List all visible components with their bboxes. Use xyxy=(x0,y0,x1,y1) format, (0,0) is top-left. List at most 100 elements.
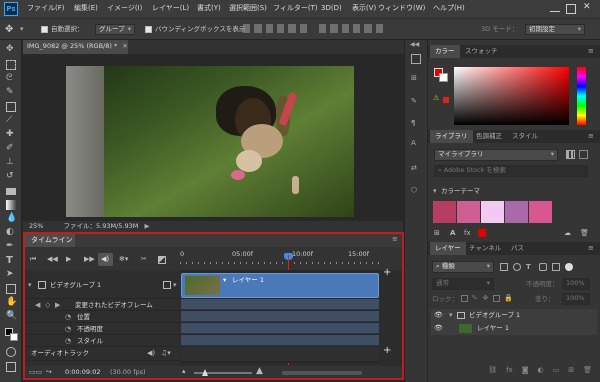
type-tool-icon[interactable]: T xyxy=(6,256,16,266)
menu-file[interactable]: ファイル(F) xyxy=(27,5,65,12)
background-swatch[interactable] xyxy=(439,73,448,82)
delete-layer-icon[interactable]: 🗑 xyxy=(583,366,592,378)
menu-3d[interactable]: 3D(D) xyxy=(321,5,342,12)
blend-mode-dropdown[interactable]: 通常 ▾ xyxy=(432,278,494,290)
add-graphic-icon[interactable]: ⊞ xyxy=(434,230,440,237)
quick-select-tool-icon[interactable]: ✎ xyxy=(6,88,16,98)
auto-select-dropdown[interactable]: グループ ▾ xyxy=(95,24,135,35)
healing-tool-icon[interactable]: ✚ xyxy=(6,130,16,140)
eraser-tool-icon[interactable] xyxy=(6,188,16,195)
workspace-dropdown[interactable]: 初期設定 ▾ xyxy=(525,24,585,35)
color-panel-menu-icon[interactable]: ≡ xyxy=(588,48,594,55)
tool-preset-chevron-icon[interactable]: ▾ xyxy=(20,26,24,33)
cloud-sync-icon[interactable]: ☁ xyxy=(564,230,571,237)
video-group-row[interactable]: ▾ ビデオグループ 1 ▾ xyxy=(25,273,180,299)
next-keyframe-icon[interactable]: ▶ xyxy=(55,302,60,309)
align-hcenter-icon[interactable] xyxy=(288,24,296,33)
list-view-icon[interactable] xyxy=(579,150,588,159)
swatches-tab[interactable]: スウォッチ xyxy=(460,45,503,58)
theme-swatch-5[interactable] xyxy=(529,201,552,223)
frame-animation-icon[interactable]: ▭▭ xyxy=(29,369,42,376)
add-char-style-icon[interactable]: A xyxy=(450,230,455,237)
zoom-in-mountain-icon[interactable]: ▲ xyxy=(256,367,263,376)
menu-filter[interactable]: フィルター(T) xyxy=(273,5,318,12)
keyframe-lane[interactable] xyxy=(181,311,379,322)
position-row[interactable]: ◔ 位置 xyxy=(25,311,180,323)
filter-adjustment-icon[interactable] xyxy=(513,263,521,271)
zoom-level[interactable]: 25% xyxy=(29,222,43,230)
crop-tool-icon[interactable] xyxy=(6,102,16,112)
move-tool-icon[interactable]: ✥ xyxy=(5,24,15,35)
opacity-input[interactable]: 100% xyxy=(562,278,590,290)
history-brush-tool-icon[interactable]: ↺ xyxy=(6,172,16,182)
stock-search-input[interactable]: ⌕ Adobe Stock を検索 xyxy=(434,165,588,177)
shape-tool-icon[interactable] xyxy=(6,284,16,294)
align-vcenter-icon[interactable] xyxy=(254,24,262,33)
document-tab[interactable]: IMG_9082 @ 25% (RGB/8) * ✕ xyxy=(23,40,128,54)
distribute-left-icon[interactable] xyxy=(352,24,361,33)
split-scissors-icon[interactable]: ✂ xyxy=(141,256,147,263)
zoom-out-mountain-icon[interactable]: ▴ xyxy=(182,368,186,375)
previous-frame-icon[interactable]: ◀◀ xyxy=(47,256,58,263)
menu-image[interactable]: イメージ(I) xyxy=(107,5,142,12)
distribute-right-icon[interactable] xyxy=(375,24,383,33)
minimize-icon[interactable] xyxy=(550,4,560,14)
menu-select[interactable]: 選択範囲(S) xyxy=(229,5,267,12)
music-note-icon[interactable]: ♫▾ xyxy=(161,350,171,357)
close-tab-icon[interactable]: ✕ xyxy=(122,42,127,50)
keyframe-lane[interactable] xyxy=(181,335,379,346)
theme-swatch-4[interactable] xyxy=(505,201,528,223)
next-frame-icon[interactable]: ▶▶ xyxy=(84,256,95,263)
theme-swatch-2[interactable] xyxy=(457,201,480,223)
background-color-icon[interactable] xyxy=(10,333,18,341)
new-layer-icon[interactable]: ⊞ xyxy=(568,366,574,378)
move-tool-icon[interactable]: ✥ xyxy=(6,45,16,55)
distribute-top-icon[interactable] xyxy=(318,24,327,33)
menu-layer[interactable]: レイヤー(L) xyxy=(152,5,189,12)
dodge-tool-icon[interactable]: ◐ xyxy=(6,228,16,238)
style-row[interactable]: ◔ スタイル xyxy=(25,335,180,347)
visibility-eye-icon[interactable]: 👁 xyxy=(434,312,443,319)
settings-gear-icon[interactable]: ✻▾ xyxy=(119,256,128,263)
stopwatch-icon[interactable]: ◔ xyxy=(65,326,71,333)
hue-slider[interactable] xyxy=(577,67,586,125)
close-icon[interactable]: ✕ xyxy=(583,3,593,13)
filter-pixel-icon[interactable] xyxy=(500,263,508,271)
layer-row-group[interactable]: 👁 ▾ ビデオグループ 1 xyxy=(431,309,597,322)
link-layers-icon[interactable]: ⛓ xyxy=(488,366,497,378)
zoom-tool-icon[interactable]: 🔍 xyxy=(6,312,17,322)
prev-keyframe-icon[interactable]: ◀ xyxy=(35,302,40,309)
add-color-icon[interactable] xyxy=(478,229,486,237)
auto-select-checkbox[interactable] xyxy=(41,26,48,33)
marquee-tool-icon[interactable] xyxy=(6,60,16,70)
align-top-icon[interactable] xyxy=(243,24,251,33)
render-arrow-icon[interactable]: ↪ xyxy=(46,369,52,376)
new-adjustment-icon[interactable]: ◐ xyxy=(538,366,544,378)
align-right-icon[interactable] xyxy=(299,24,308,33)
properties-panel-icon[interactable]: ⊞ xyxy=(411,75,421,85)
visibility-eye-icon[interactable]: 👁 xyxy=(434,325,443,332)
paths-tab[interactable]: パス xyxy=(506,242,529,255)
menu-view[interactable]: 表示(V) xyxy=(352,5,376,12)
timeline-menu-icon[interactable]: ≡ xyxy=(392,236,398,243)
brush-tool-icon[interactable]: ✐ xyxy=(6,144,16,154)
3d-panel-icon[interactable]: ⬡ xyxy=(411,187,421,197)
lock-transparent-icon[interactable] xyxy=(461,295,468,302)
expand-group-icon[interactable]: ▾ xyxy=(28,282,32,289)
menu-help[interactable]: ヘルプ(H) xyxy=(433,5,465,12)
track-film-icon[interactable] xyxy=(163,281,171,289)
color-field[interactable] xyxy=(454,67,569,125)
add-layer-style-icon[interactable]: fx xyxy=(506,366,513,378)
library-panel-menu-icon[interactable]: ≡ xyxy=(588,133,594,140)
distribute-bottom-icon[interactable] xyxy=(341,24,349,33)
lock-position-icon[interactable]: ✥ xyxy=(483,295,490,302)
menu-edit[interactable]: 編集(E) xyxy=(74,5,98,12)
add-mask-icon[interactable]: ◙ xyxy=(522,366,529,378)
lock-image-icon[interactable]: ✎ xyxy=(472,295,479,302)
stamp-tool-icon[interactable]: ⊥ xyxy=(6,158,16,168)
play-icon[interactable]: ▶ xyxy=(66,256,71,263)
lock-artboard-icon[interactable] xyxy=(493,295,500,302)
video-clip[interactable]: ▾ レイヤー 1 xyxy=(181,273,379,298)
collapse-panels-icon[interactable]: ◀◀ xyxy=(410,42,419,48)
bounding-box-checkbox[interactable] xyxy=(145,26,152,33)
